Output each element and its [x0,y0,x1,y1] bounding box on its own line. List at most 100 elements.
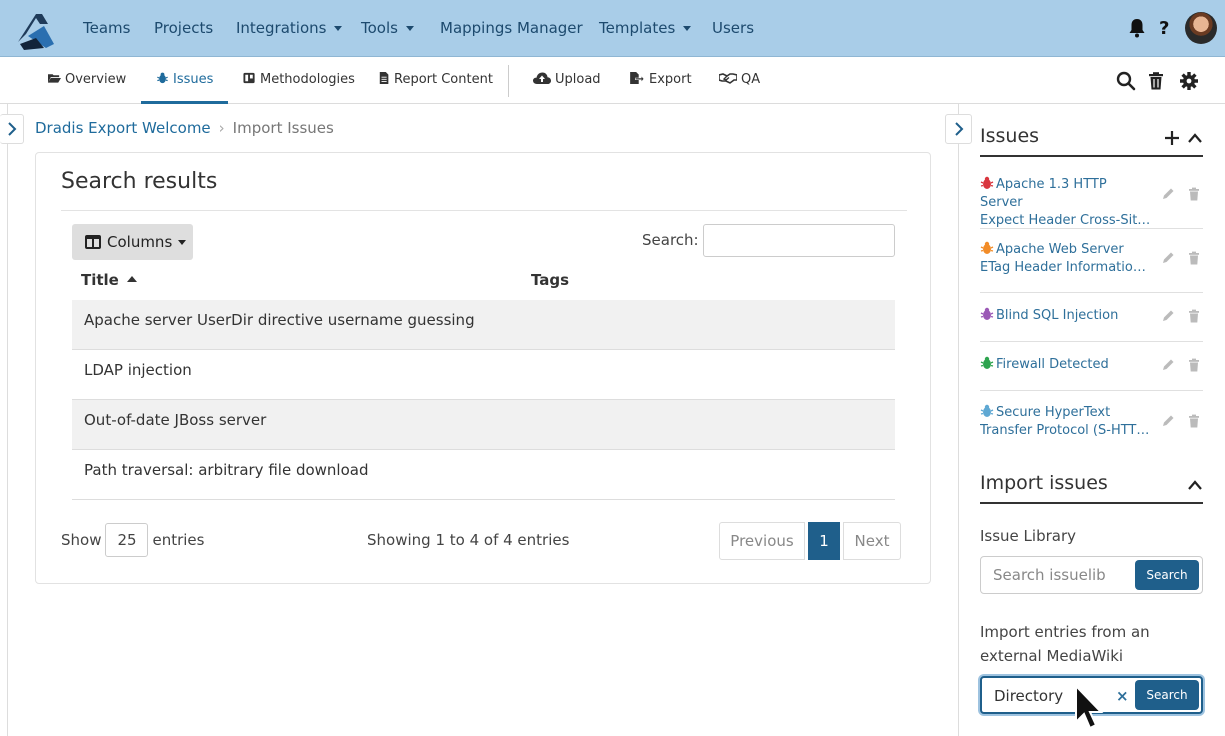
table-row[interactable]: Apache server UserDir directive username… [72,300,895,350]
help-icon[interactable]: ? [1155,17,1175,39]
issue-link[interactable]: Apache 1.3 HTTP Server Expect Header Cro… [980,176,1152,230]
row-title: Path traversal: arbitrary file download [84,461,369,479]
issues-section-divider [980,155,1203,157]
issue-library-input[interactable]: Search issuelib [993,566,1106,584]
card-title: Search results [61,169,218,194]
trash-icon[interactable] [1187,358,1201,372]
project-subnav: Overview Issues Methodologies Report Con… [0,57,1225,104]
trash-icon[interactable] [1187,251,1201,265]
tab-upload[interactable]: Upload [533,72,601,104]
issue-library-search-button[interactable]: Search [1135,560,1199,590]
trash-icon[interactable] [1187,187,1201,201]
mediawiki-input[interactable]: Directory [994,687,1063,705]
subnav-divider [508,65,509,97]
tab-issues-label: Issues [173,72,214,87]
pagination-previous[interactable]: Previous [719,522,805,560]
nav-integrations-label: Integrations [236,19,327,37]
trash-icon[interactable] [1187,309,1201,323]
pencil-icon[interactable] [1161,251,1175,265]
issue-list-item[interactable]: Firewall Detected [980,342,1203,391]
issue-list-item[interactable]: Apache Web Server ETag Header Informatio… [980,229,1203,293]
bug-icon [980,241,994,254]
issue-link[interactable]: Secure HyperText Transfer Protocol (S-HT… [980,404,1152,440]
bug-icon [157,72,168,84]
tab-report-content-label: Report Content [394,72,493,87]
columns-icon [85,235,101,249]
bug-icon [980,307,994,320]
nav-mappings-manager[interactable]: Mappings Manager [440,19,583,37]
chevron-down-icon [683,26,692,31]
nav-users[interactable]: Users [712,19,754,37]
pagination-page-1[interactable]: 1 [808,522,840,560]
nav-integrations[interactable]: Integrations [236,19,343,37]
bell-icon[interactable] [1127,17,1147,39]
issue-list-item[interactable]: Apache 1.3 HTTP Server Expect Header Cro… [980,166,1203,229]
gear-icon[interactable] [1179,71,1199,91]
issue-list-item[interactable]: Blind SQL Injection [980,293,1203,342]
trash-icon[interactable] [1146,71,1166,91]
chevron-up-icon[interactable] [1187,478,1203,492]
pencil-icon[interactable] [1161,414,1175,428]
nav-templates-label: Templates [599,19,676,37]
issue-link[interactable]: Blind SQL Injection [980,307,1152,325]
chevron-up-icon[interactable] [1187,131,1203,145]
mouse-cursor-icon [1075,684,1104,730]
right-sidebar-toggle[interactable] [945,114,972,144]
pagination-next[interactable]: Next [843,522,901,560]
tab-overview-label: Overview [65,72,127,87]
table-search-input[interactable] [703,224,895,257]
chevron-down-icon [334,26,343,31]
tab-qa[interactable]: QA [719,72,760,104]
search-icon[interactable] [1116,71,1136,91]
dradis-logo-icon[interactable] [14,8,58,52]
issue-title-line1: Blind SQL Injection [996,308,1119,323]
page-size-control: Show 25 entries [61,523,204,557]
tab-export[interactable]: Export [629,72,692,104]
nav-tools[interactable]: Tools [361,19,414,37]
issue-title-line1: Secure HyperText [996,405,1111,420]
column-header-title[interactable]: Title [81,271,137,289]
import-issues-title: Import issues [980,472,1108,494]
table-row[interactable]: Out-of-date JBoss server [72,400,895,450]
pencil-icon[interactable] [1161,309,1175,323]
user-avatar[interactable] [1185,12,1217,44]
table-row[interactable]: Path traversal: arbitrary file download [72,450,895,500]
issue-library-search[interactable]: Search issuelib Search [980,556,1203,594]
mediawiki-label-line1: Import entries from an [980,623,1150,641]
tab-methodologies[interactable]: Methodologies [243,72,355,104]
tab-methodologies-label: Methodologies [260,72,355,87]
issues-section-title: Issues [980,125,1040,147]
pencil-icon[interactable] [1161,358,1175,372]
top-navbar: Teams Projects Integrations Tools Mappin… [0,0,1225,57]
pencil-icon[interactable] [1161,187,1175,201]
board-icon [243,72,255,84]
plus-icon[interactable] [1164,130,1180,146]
trash-icon[interactable] [1187,414,1201,428]
tab-overview[interactable]: Overview [48,72,126,104]
table-row[interactable]: LDAP injection [72,350,895,400]
nav-projects[interactable]: Projects [154,19,213,37]
page-size-select[interactable]: 25 [105,523,149,557]
clear-input-button[interactable]: × [1116,687,1129,705]
tab-issues[interactable]: Issues [141,72,229,104]
bug-icon [980,404,994,417]
issue-list-item[interactable]: Secure HyperText Transfer Protocol (S-HT… [980,391,1203,454]
mediawiki-label-line2: external MediaWiki [980,647,1124,665]
issue-link[interactable]: Apache Web Server ETag Header Informatio… [980,241,1152,277]
tab-report-content[interactable]: Report Content [379,72,493,104]
columns-button[interactable]: Columns [72,224,193,260]
column-header-tags[interactable]: Tags [531,271,569,289]
chevron-down-icon [405,26,414,31]
nav-templates[interactable]: Templates [599,19,692,37]
issue-title-line1: Firewall Detected [996,357,1109,372]
nav-teams[interactable]: Teams [83,19,130,37]
breadcrumb: Dradis Export Welcome › Import Issues [35,119,334,137]
mediawiki-search-button[interactable]: Search [1135,680,1199,710]
breadcrumb-parent-link[interactable]: Dradis Export Welcome [35,119,211,137]
left-sidebar-edge [7,104,8,736]
issue-link[interactable]: Firewall Detected [980,356,1152,374]
issue-title-line2: ETag Header Information… [980,260,1152,275]
chevron-down-icon [178,239,187,245]
tab-upload-label: Upload [555,72,601,87]
left-sidebar-toggle[interactable] [0,114,24,144]
